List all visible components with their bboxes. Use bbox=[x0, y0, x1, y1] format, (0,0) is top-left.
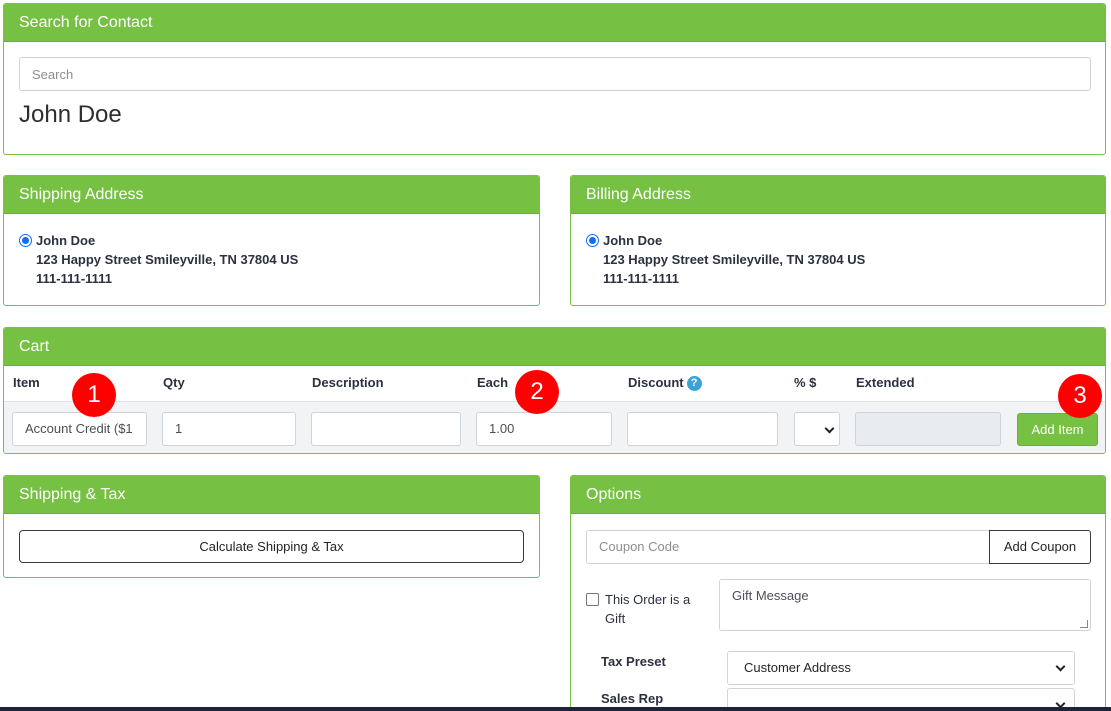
gift-checkbox[interactable] bbox=[586, 593, 599, 606]
item-input[interactable]: Account Credit ($1 bbox=[12, 412, 147, 446]
add-coupon-button[interactable]: Add Coupon bbox=[989, 530, 1091, 564]
contact-name: John Doe bbox=[19, 101, 122, 128]
coupon-code-input[interactable]: Coupon Code bbox=[586, 530, 990, 564]
billing-address-name: John Doe bbox=[603, 233, 663, 248]
options-header: Options bbox=[571, 476, 1105, 514]
billing-address-card: Billing Address John Doe 123 Happy Stree… bbox=[570, 175, 1106, 306]
chevron-down-icon bbox=[824, 423, 835, 434]
col-each: Each bbox=[477, 375, 509, 390]
contact-search-input[interactable] bbox=[19, 57, 1091, 91]
qty-input[interactable]: 1 bbox=[162, 412, 296, 446]
shipping-tax-card: Shipping & Tax Calculate Shipping & Tax bbox=[3, 475, 540, 578]
billing-address-option[interactable]: John Doe 123 Happy Street Smileyville, T… bbox=[586, 231, 865, 288]
tax-preset-value: Customer Address bbox=[744, 660, 851, 675]
sales-rep-label: Sales Rep bbox=[601, 691, 664, 706]
billing-address-radio[interactable] bbox=[586, 234, 599, 247]
contact-card: Search for Contact John Doe bbox=[3, 3, 1106, 155]
shipping-address-street: 123 Happy Street Smileyville, TN 37804 U… bbox=[36, 252, 299, 267]
shipping-address-option[interactable]: John Doe 123 Happy Street Smileyville, T… bbox=[19, 231, 298, 288]
shipping-tax-header: Shipping & Tax bbox=[4, 476, 539, 514]
gift-message-textarea[interactable]: Gift Message bbox=[719, 579, 1091, 631]
discount-input[interactable] bbox=[627, 412, 778, 446]
options-card: Options Coupon Code Add Coupon This Orde… bbox=[570, 475, 1106, 711]
col-item: Item bbox=[13, 375, 40, 390]
col-pct-dollar: % $ bbox=[794, 375, 817, 390]
calculate-shipping-tax-button[interactable]: Calculate Shipping & Tax bbox=[19, 530, 524, 563]
billing-address-header: Billing Address bbox=[571, 176, 1105, 214]
tax-preset-select[interactable]: Customer Address bbox=[727, 651, 1075, 685]
tax-preset-label: Tax Preset bbox=[601, 654, 666, 669]
cart-header: Cart bbox=[4, 328, 1105, 366]
shipping-address-card: Shipping Address John Doe 123 Happy Stre… bbox=[3, 175, 540, 306]
gift-checkbox-label: This Order is a Gift bbox=[605, 592, 691, 626]
contact-card-header: Search for Contact bbox=[4, 4, 1105, 42]
annotation-badge-1: 1 bbox=[72, 373, 116, 417]
billing-address-phone: 111-111-1111 bbox=[603, 271, 679, 286]
annotation-badge-3: 3 bbox=[1058, 374, 1102, 418]
shipping-address-radio[interactable] bbox=[19, 234, 32, 247]
col-qty: Qty bbox=[163, 375, 185, 390]
description-input[interactable] bbox=[311, 412, 461, 446]
shipping-address-phone: 111-111-1111 bbox=[36, 271, 112, 286]
col-discount-label: Discount bbox=[628, 375, 684, 390]
resize-grip-icon[interactable] bbox=[1080, 620, 1088, 628]
bottom-edge-bar bbox=[0, 707, 1111, 711]
col-extended: Extended bbox=[856, 375, 915, 390]
col-description: Description bbox=[312, 375, 384, 390]
chevron-down-icon bbox=[1055, 661, 1066, 672]
add-item-button[interactable]: Add Item bbox=[1017, 413, 1098, 446]
cart-entry-row: Account Credit ($1 1 1.00 Add Item bbox=[4, 401, 1105, 453]
extended-field bbox=[855, 412, 1001, 446]
help-icon[interactable]: ? bbox=[686, 376, 702, 391]
shipping-address-header: Shipping Address bbox=[4, 176, 539, 214]
each-input[interactable]: 1.00 bbox=[476, 412, 612, 446]
gift-message-placeholder: Gift Message bbox=[732, 588, 809, 603]
shipping-address-name: John Doe bbox=[36, 233, 96, 248]
annotation-badge-2: 2 bbox=[515, 370, 559, 414]
col-discount: Discount? bbox=[628, 375, 702, 391]
discount-type-select[interactable] bbox=[794, 412, 840, 446]
billing-address-street: 123 Happy Street Smileyville, TN 37804 U… bbox=[603, 252, 866, 267]
